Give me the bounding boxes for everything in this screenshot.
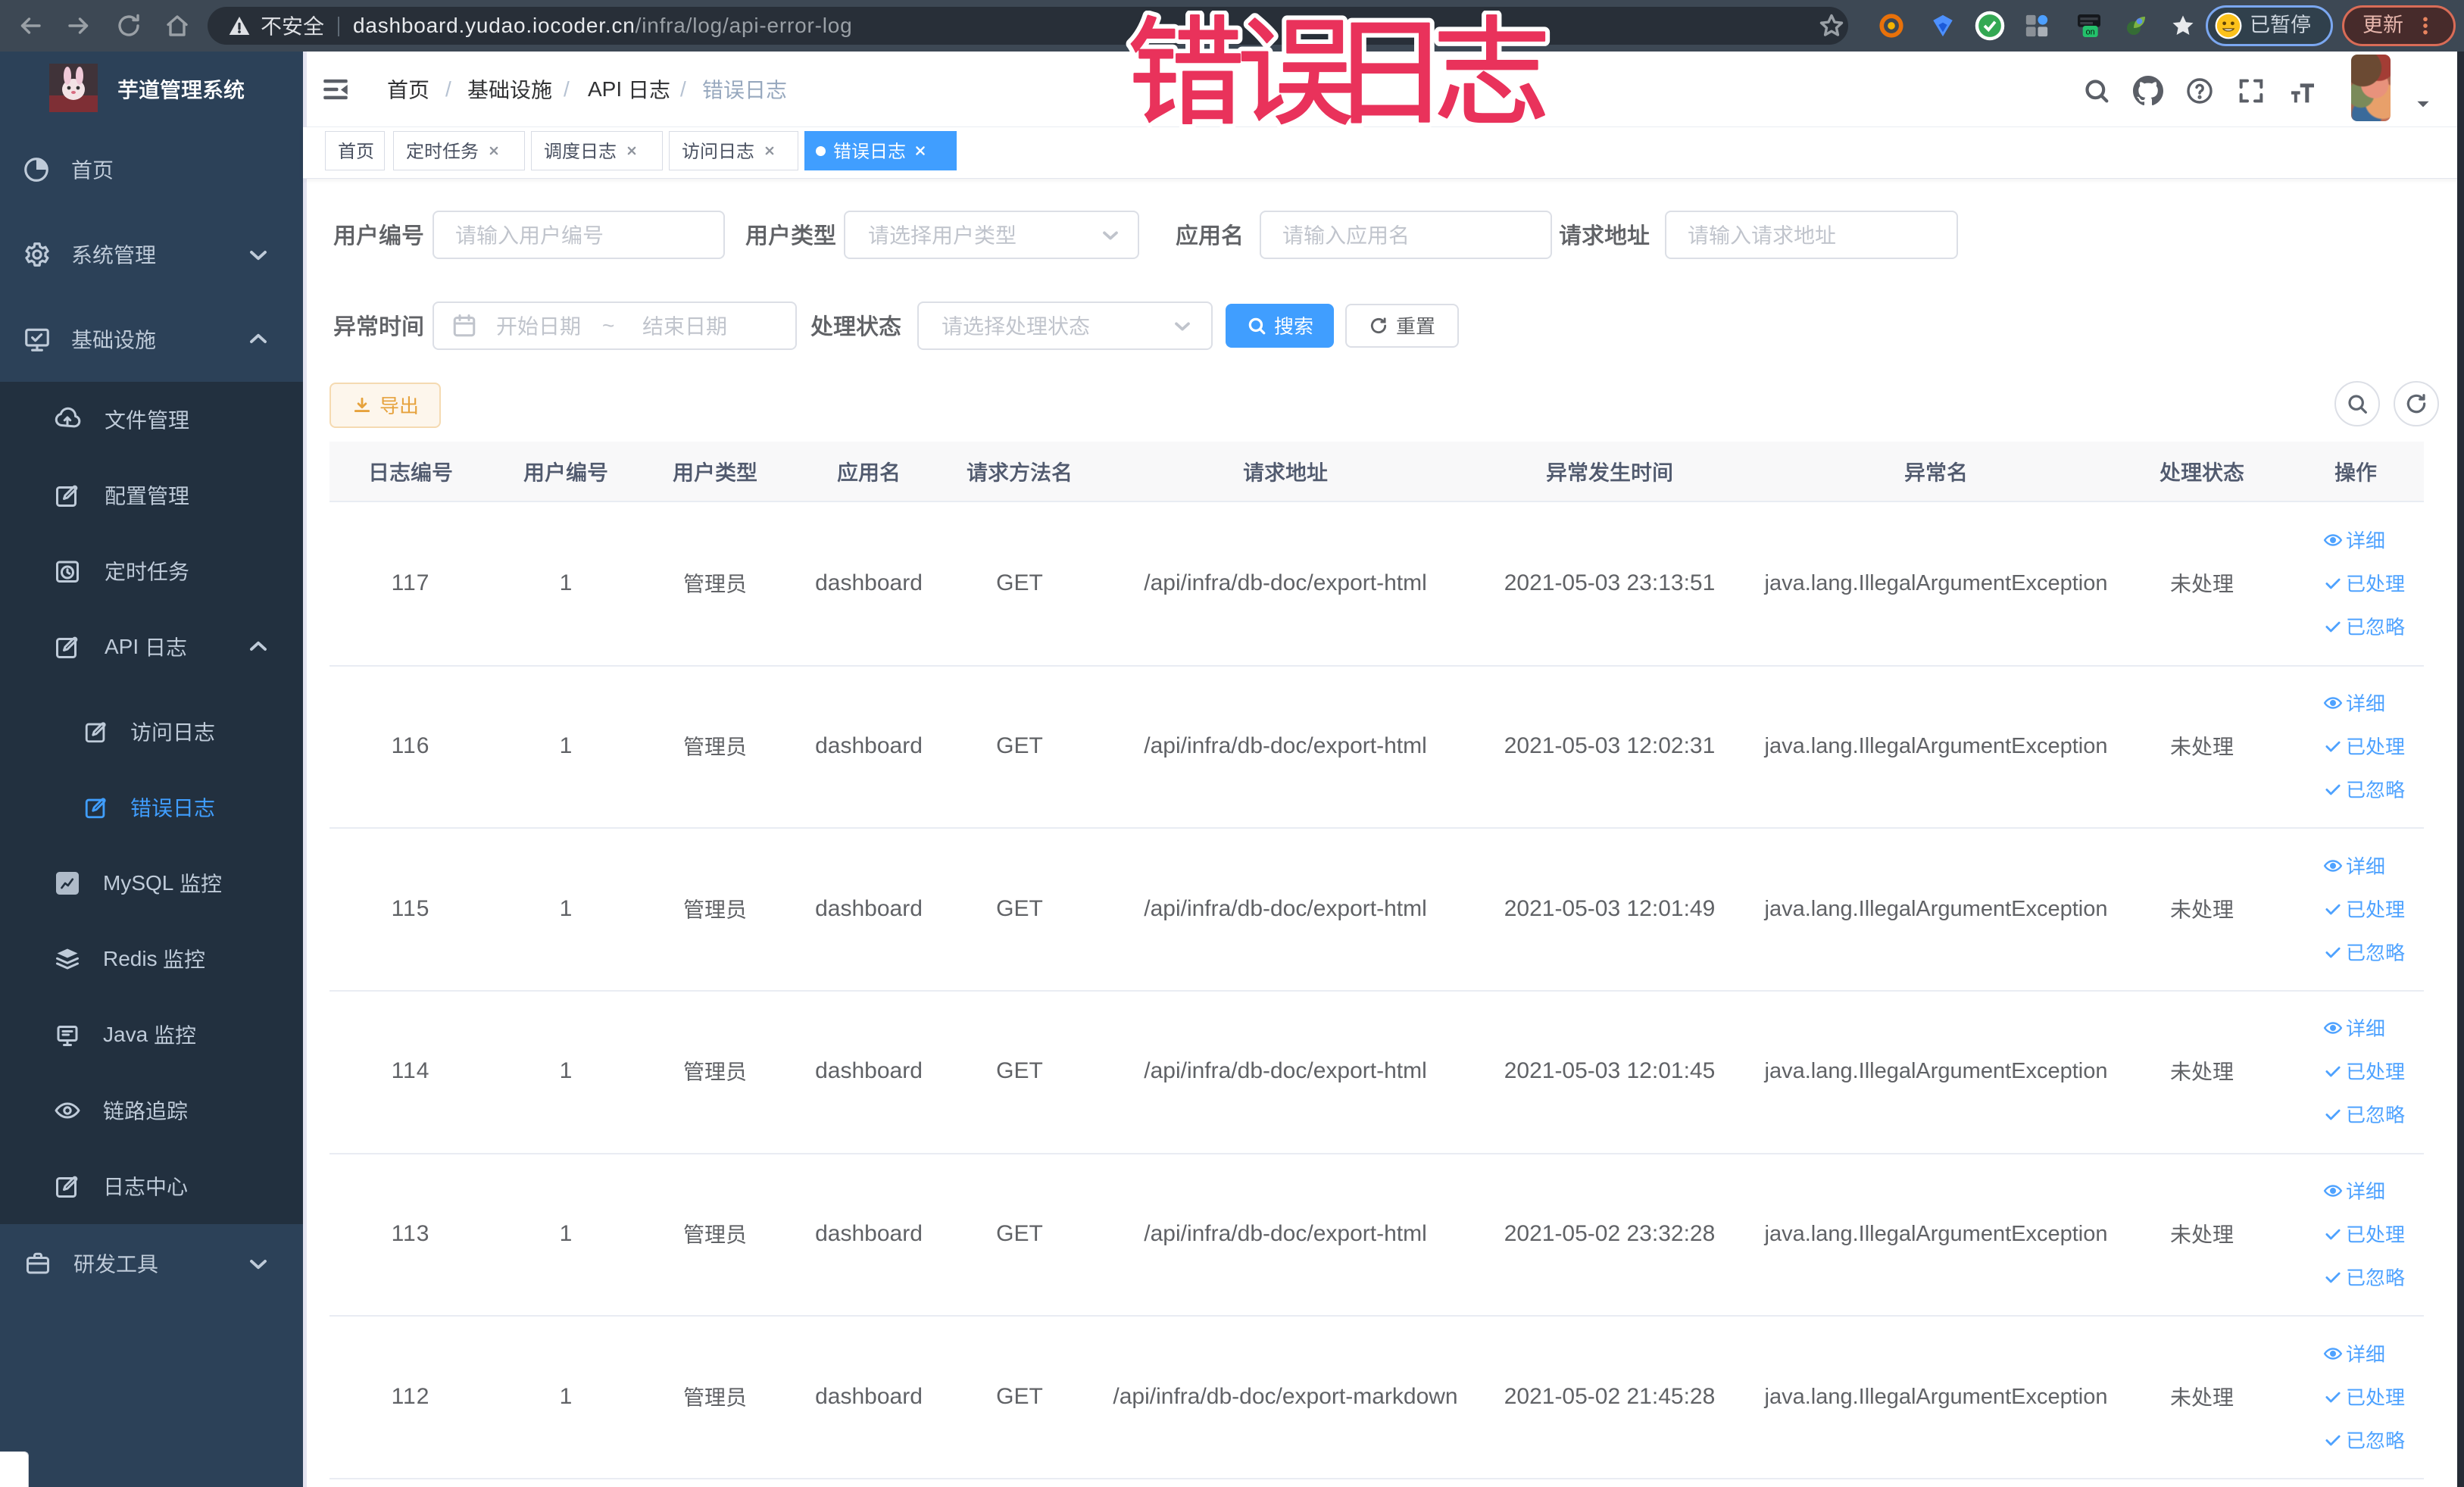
- svg-text:on: on: [2086, 28, 2095, 37]
